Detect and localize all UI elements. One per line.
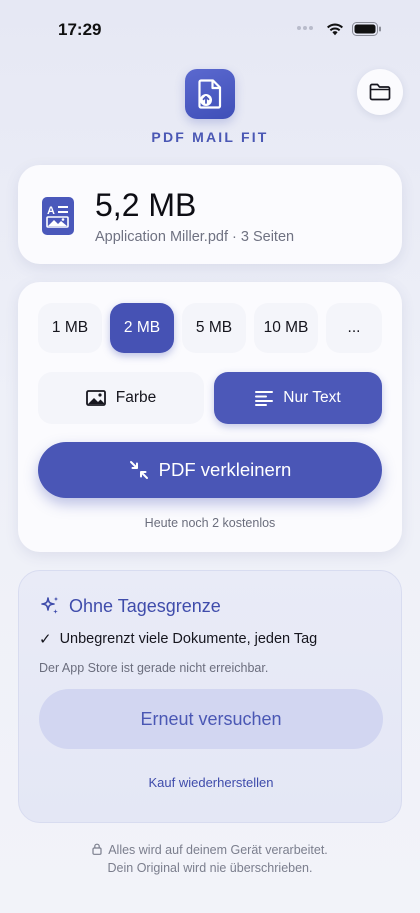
app-title: PDF MAIL FIT xyxy=(151,129,269,145)
file-card: A 5,2 MB Application Miller.pdf · 3 Seit… xyxy=(18,165,402,264)
image-icon xyxy=(85,390,106,406)
pdf-document-icon: A xyxy=(42,197,74,235)
size-option-10mb[interactable]: 10 MB xyxy=(254,303,318,353)
premium-title: Ohne Tagesgrenze xyxy=(39,595,221,617)
size-option-5mb[interactable]: 5 MB xyxy=(182,303,246,353)
svg-text:A: A xyxy=(47,205,55,217)
retry-button[interactable]: Erneut versuchen xyxy=(39,689,383,749)
mode-text-only-button[interactable]: Nur Text xyxy=(214,372,382,424)
privacy-line-1-text: Alles wird auf deinem Gerät verarbeitet. xyxy=(108,843,328,857)
mode-color-button[interactable]: Farbe xyxy=(38,372,204,424)
folder-button[interactable] xyxy=(357,69,403,115)
compression-options-card: 1 MB 2 MB 5 MB 10 MB ... Farbe Nur Text xyxy=(18,282,402,552)
file-name-pages: Application Miller.pdf · 3 Seiten xyxy=(95,229,295,245)
privacy-footer: Alles wird auf deinem Gerät verarbeitet.… xyxy=(0,841,420,877)
privacy-line-2: Dein Original wird nie überschrieben. xyxy=(107,861,313,875)
free-uses-remaining: Heute noch 2 kostenlos xyxy=(144,516,276,530)
app-store-unavailable-note: Der App Store ist gerade nicht erreichba… xyxy=(39,661,269,675)
premium-title-text: Ohne Tagesgrenze xyxy=(69,595,221,616)
size-option-1mb[interactable]: 1 MB xyxy=(38,303,102,353)
size-option-2mb[interactable]: 2 MB xyxy=(110,303,174,353)
lock-icon xyxy=(92,843,102,855)
mode-color-label: Farbe xyxy=(115,389,157,406)
battery-icon xyxy=(352,22,382,36)
mode-text-only-label: Nur Text xyxy=(283,389,341,406)
folder-icon xyxy=(369,83,391,101)
premium-feature: ✓ Unbegrenzt viele Dokumente, jeden Tag xyxy=(39,630,317,648)
text-lines-icon xyxy=(255,390,274,406)
restore-purchase-link[interactable]: Kauf wiederherstellen xyxy=(19,775,403,790)
compress-pdf-label: PDF verkleinern xyxy=(158,459,292,480)
file-size: 5,2 MB xyxy=(95,187,197,223)
privacy-line-1: Alles wird auf deinem Gerät verarbeitet. xyxy=(0,841,420,859)
cellular-signal-icon xyxy=(297,26,317,34)
premium-card: Ohne Tagesgrenze ✓ Unbegrenzt viele Doku… xyxy=(18,570,402,823)
app-logo-pdf-upload-icon xyxy=(185,69,235,119)
compress-pdf-button[interactable]: PDF verkleinern xyxy=(38,442,382,498)
checkmark-icon: ✓ xyxy=(39,631,52,648)
size-option-more[interactable]: ... xyxy=(326,303,382,353)
wifi-icon xyxy=(326,22,344,36)
arrows-in-icon xyxy=(129,460,149,480)
sparkles-icon xyxy=(39,595,61,617)
status-time: 17:29 xyxy=(58,20,102,39)
premium-feature-text: Unbegrenzt viele Dokumente, jeden Tag xyxy=(59,631,318,647)
